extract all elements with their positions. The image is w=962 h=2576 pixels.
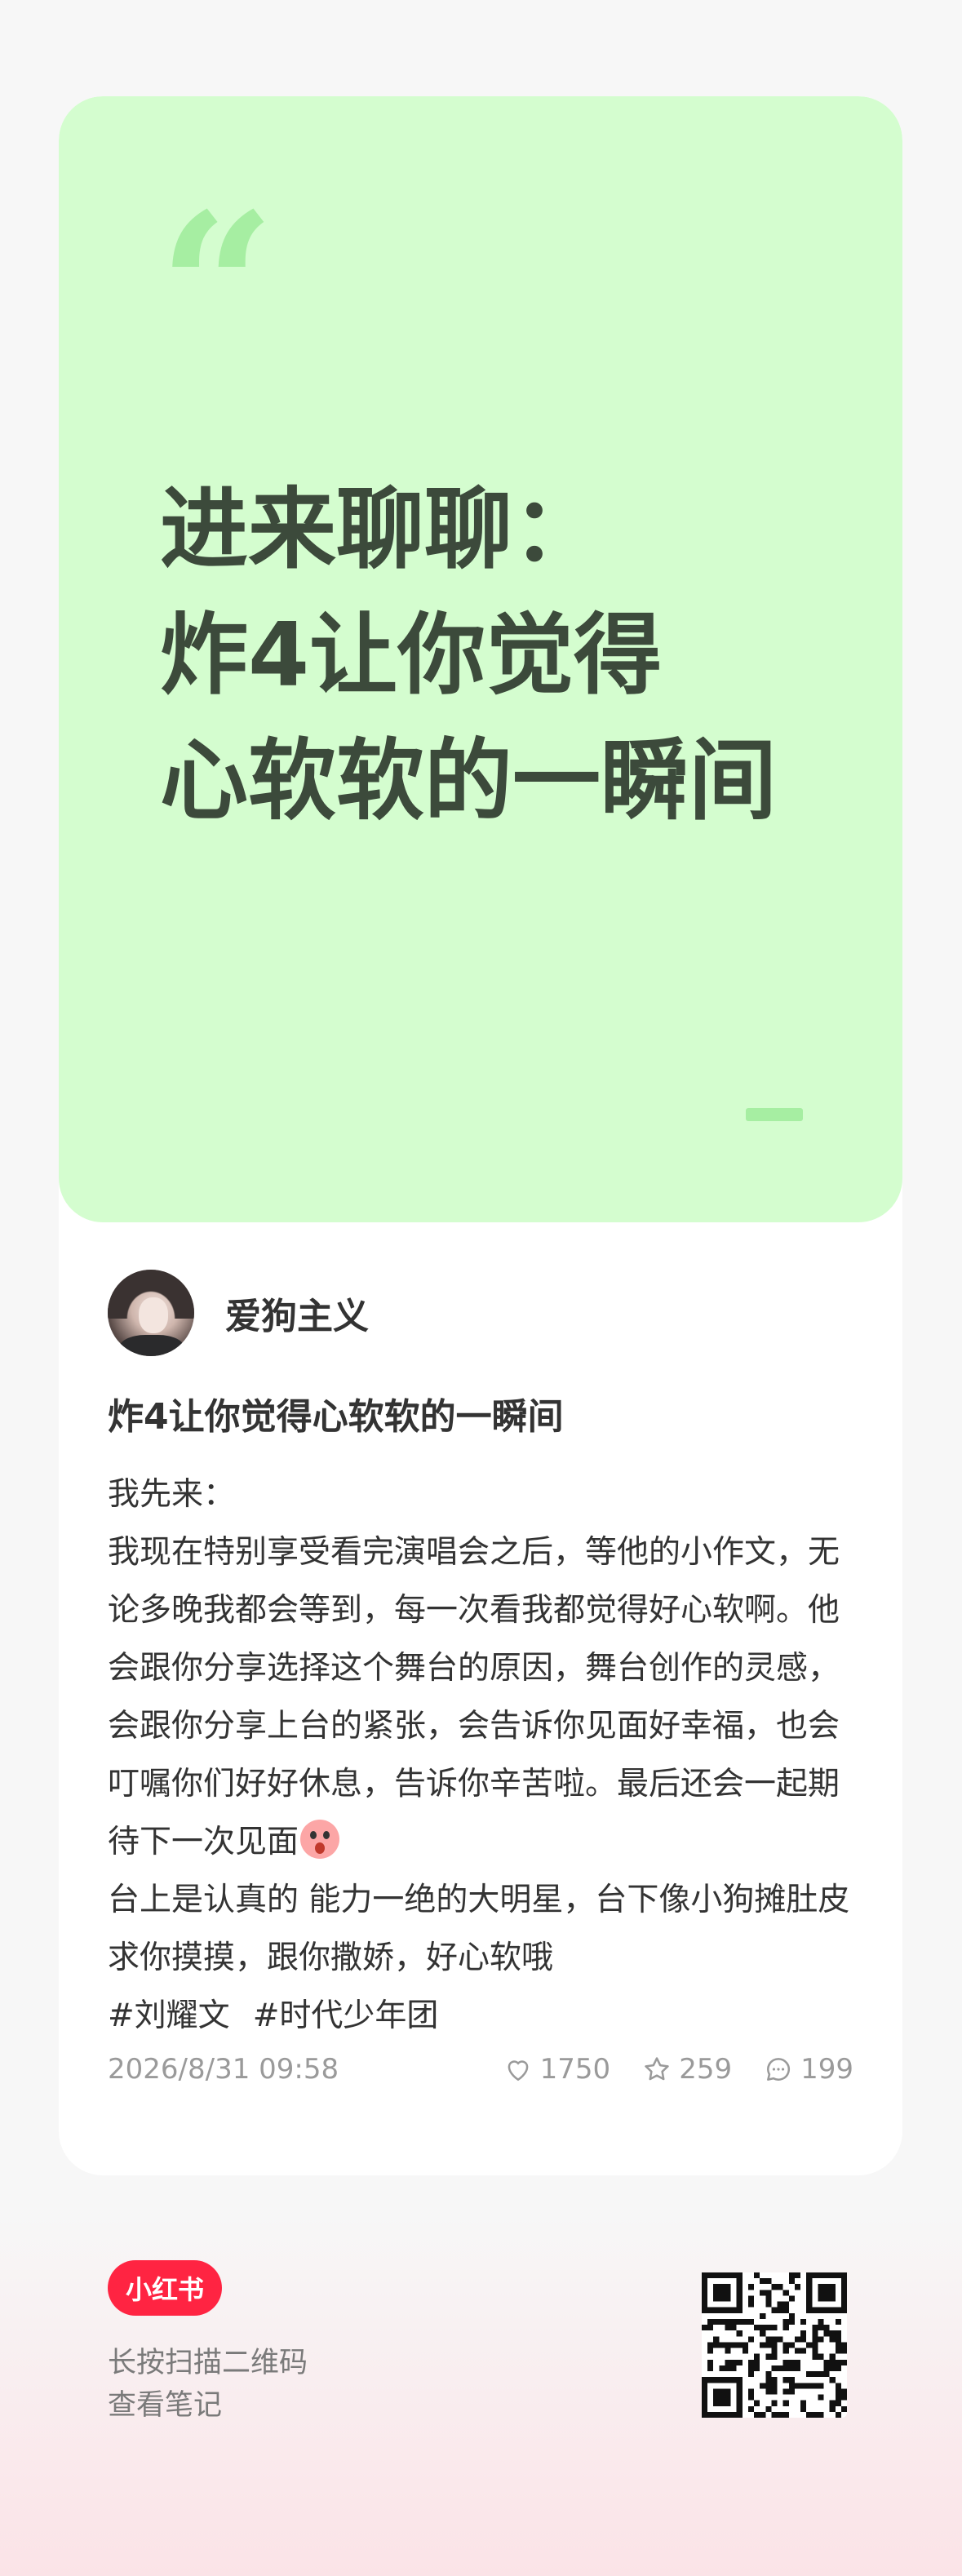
favorite-count: 259 (679, 2053, 733, 2086)
scan-line-1: 长按扫描二维码 (108, 2347, 308, 2379)
cover-image: “ 进来聊聊： 炸4让你觉得 心软软的一瞬间 (59, 96, 902, 1222)
comment-count: 199 (800, 2053, 853, 2086)
note-paragraph-text: 我现在特别享受看完演唱会之后，等他的小作文，无论多晚我都会等到，每一次看我都觉得… (108, 1534, 840, 1860)
quote-mark-icon: “ (158, 168, 276, 408)
tag-liuyaowen[interactable]: #刘耀文 (108, 1987, 230, 2045)
note-card[interactable]: “ 进来聊聊： 炸4让你觉得 心软软的一瞬间 爱狗主义 炸4让你觉得心软软的一瞬… (59, 96, 902, 2175)
qr-code-image (702, 2272, 847, 2418)
like-stat[interactable]: 1750 (503, 2053, 611, 2086)
cover-dash-decoration (746, 1108, 803, 1121)
author-name[interactable]: 爱狗主义 (225, 1287, 369, 1339)
scan-instructions: 长按扫描二维码 查看笔记 (108, 2342, 308, 2427)
qr-code[interactable] (702, 2272, 847, 2418)
cover-title: 进来聊聊： 炸4让你觉得 心软软的一瞬间 (160, 479, 778, 832)
meta-row: 2026/8/31 09:58 1750 259 199 (108, 2053, 853, 2086)
tag-tnt[interactable]: #时代少年团 (253, 1987, 439, 2045)
post-timestamp: 2026/8/31 09:58 (108, 2053, 339, 2086)
tag-list: #刘耀文 #时代少年团 (108, 1987, 858, 2045)
surprised-face-emoji-icon (300, 1820, 340, 1859)
engagement-stats: 1750 259 199 (503, 2053, 853, 2086)
note-paragraph: 我现在特别享受看完演唱会之后，等他的小作文，无论多晚我都会等到，每一次看我都觉得… (108, 1523, 858, 1871)
note-body: 我先来： 我现在特别享受看完演唱会之后，等他的小作文，无论多晚我都会等到，每一次… (108, 1465, 858, 2045)
author-row[interactable]: 爱狗主义 (108, 1270, 369, 1356)
scan-line-2: 查看笔记 (108, 2389, 223, 2422)
xiaohongshu-logo: 小红书 (108, 2260, 222, 2316)
note-paragraph-2: 台上是认真的 能力一绝的大明星，台下像小狗摊肚皮求你摸摸，跟你撒娇，好心软哦 (108, 1882, 850, 1976)
star-icon (645, 2057, 669, 2081)
avatar[interactable] (108, 1270, 194, 1356)
favorite-stat[interactable]: 259 (641, 2053, 732, 2086)
note-intro: 我先来： (108, 1476, 236, 1513)
heart-icon (508, 2060, 529, 2082)
note-title: 炸4让你觉得心软软的一瞬间 (108, 1396, 564, 1438)
comment-stat[interactable]: 199 (763, 2053, 853, 2086)
comment-icon (767, 2058, 791, 2081)
like-count: 1750 (539, 2053, 611, 2086)
